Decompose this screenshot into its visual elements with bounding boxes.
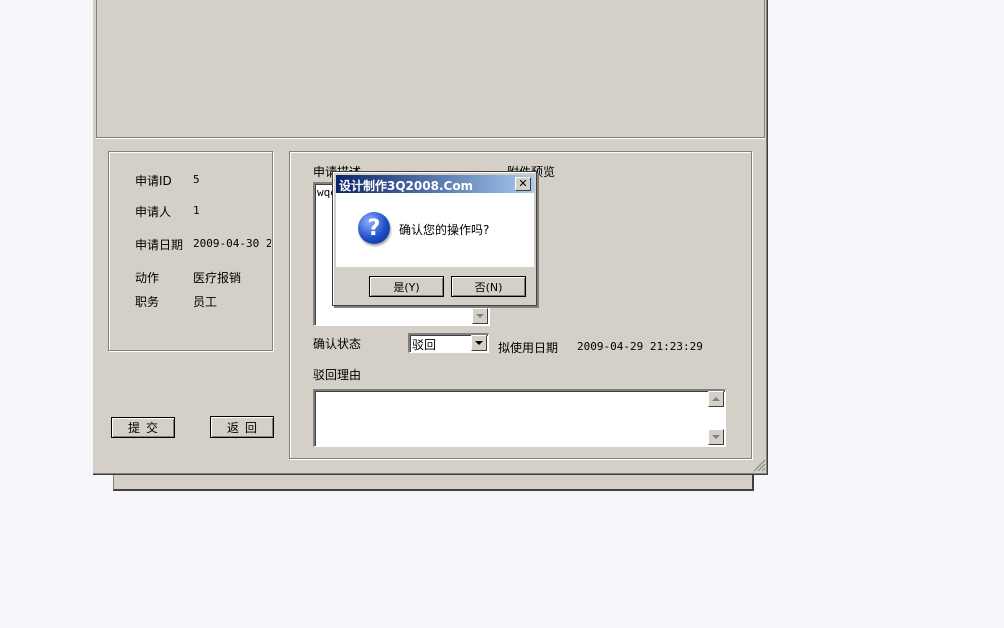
resize-grip-icon[interactable] (752, 458, 766, 472)
planned-date-label: 拟使用日期 (498, 341, 559, 355)
status-label: 确认状态 (313, 337, 362, 351)
status-value: 驳回 (412, 338, 437, 352)
back-button[interactable]: 返回 (210, 416, 274, 438)
dialog-title: 设计制作3Q2008.Com (339, 179, 474, 193)
id-value: 5 (193, 173, 200, 186)
dialog-message-area: ? 确认您的操作吗? (336, 193, 534, 267)
dialog-titlebar[interactable]: 设计制作3Q2008.Com ✕ (336, 175, 534, 193)
action-label: 动作 (135, 271, 160, 285)
question-icon: ? (358, 212, 390, 244)
top-panel (96, 0, 765, 138)
no-button[interactable]: 否(N) (451, 276, 526, 297)
action-value: 医疗报销 (193, 271, 242, 285)
status-dropdown-button[interactable] (471, 335, 487, 351)
position-label: 职务 (135, 295, 160, 309)
date-label: 申请日期 (135, 238, 184, 252)
position-value: 员工 (193, 295, 218, 309)
planned-date-value: 2009-04-29 21:23:29 (577, 340, 703, 353)
description-scroll-down[interactable] (472, 308, 488, 324)
scroll-down-icon (712, 435, 720, 439)
info-group (108, 151, 273, 351)
reason-scroll-down[interactable] (708, 429, 724, 445)
applicant-label: 申请人 (135, 205, 172, 219)
scroll-down-icon (476, 314, 484, 318)
submit-button[interactable]: 提交 (111, 417, 175, 438)
close-icon[interactable]: ✕ (515, 177, 531, 191)
reason-scroll-up[interactable] (708, 391, 724, 407)
id-label: 申请ID (135, 174, 172, 188)
applicant-value: 1 (193, 204, 200, 217)
window-shadow-strip (113, 475, 754, 491)
reject-reason-textarea[interactable] (313, 389, 726, 447)
yes-button[interactable]: 是(Y) (369, 276, 444, 297)
chevron-down-icon (475, 341, 483, 345)
date-value: 2009-04-30 21 (193, 237, 271, 250)
reject-reason-label: 驳回理由 (313, 368, 362, 382)
scroll-up-icon (712, 397, 720, 401)
confirm-dialog: 设计制作3Q2008.Com ✕ ? 确认您的操作吗? 是(Y) 否(N) (332, 171, 537, 306)
status-select[interactable]: 驳回 (408, 333, 489, 353)
dialog-message: 确认您的操作吗? (399, 223, 490, 237)
